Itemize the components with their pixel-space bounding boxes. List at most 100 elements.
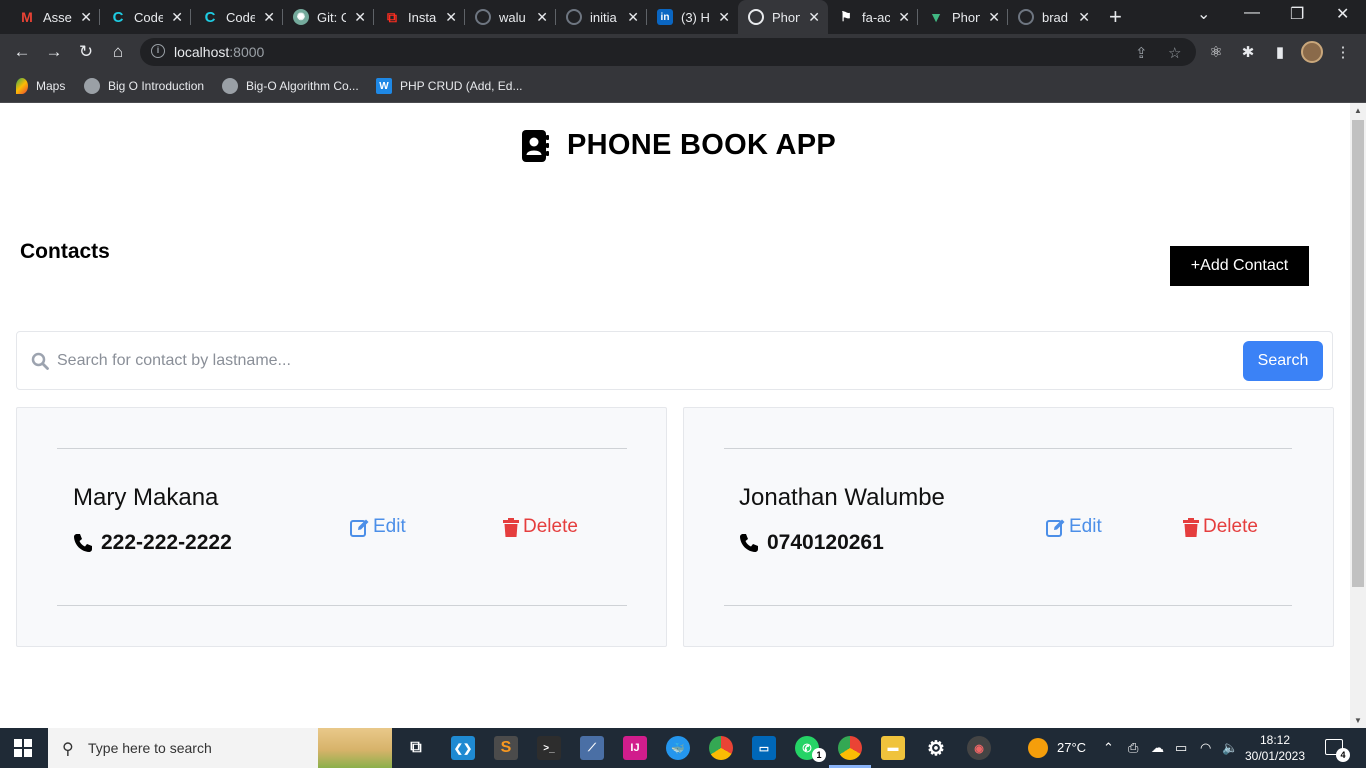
forward-arrow-icon[interactable]: →	[43, 41, 65, 63]
clock-date: 30/01/2023	[1244, 749, 1306, 763]
address-book-icon	[521, 129, 550, 162]
wifi-icon[interactable]: ◠	[1200, 740, 1211, 756]
github-icon	[1018, 9, 1034, 25]
close-icon[interactable]: ✕	[718, 9, 730, 26]
mysql-workbench-icon[interactable]: ⟋	[580, 736, 604, 760]
minimize-icon[interactable]: —	[1244, 4, 1260, 22]
tab-vue[interactable]: ▼ Phon ✕	[918, 0, 1008, 34]
window-close-icon[interactable]: ✕	[1336, 4, 1349, 24]
tab-github-3[interactable]: brad ✕	[1008, 0, 1098, 34]
restore-icon[interactable]: ❐	[1290, 4, 1304, 24]
sublime-text-icon[interactable]: S	[494, 736, 518, 760]
delete-label: Delete	[1203, 516, 1258, 537]
phone-number: 222-222-2222	[101, 531, 232, 554]
file-explorer-icon[interactable]: ▬	[881, 736, 905, 760]
divider	[57, 605, 627, 606]
close-icon[interactable]: ✕	[171, 9, 183, 26]
search-icon: ⚲	[62, 741, 74, 758]
extension-react-icon[interactable]: ⚛	[1207, 43, 1225, 61]
vscode-icon[interactable]: ❮❯	[451, 736, 475, 760]
search-icon	[31, 352, 49, 370]
weather-temperature[interactable]: 27°C	[1057, 740, 1086, 755]
bookmark-label: Big-O Algorithm Co...	[246, 79, 359, 93]
tab-codewars-2[interactable]: C Code ✕	[183, 0, 283, 34]
search-input[interactable]	[57, 346, 1237, 376]
trash-icon	[503, 517, 519, 537]
tab-search-chevron-icon[interactable]: ⌄	[1197, 4, 1210, 24]
tab-github-2[interactable]: initia ✕	[547, 0, 647, 34]
close-icon[interactable]: ✕	[898, 9, 910, 26]
profile-avatar[interactable]	[1301, 41, 1323, 63]
settings-gear-icon[interactable]: ⚙	[924, 736, 948, 760]
menu-kebab-icon[interactable]: ⋮	[1334, 43, 1352, 61]
tab-linkedin[interactable]: in (3) H ✕	[638, 0, 738, 34]
browser-toolbar: ← → ↻ ⌂ i localhost:8000 ⇪ ☆ ⚛ ✱ ▮ ⋮	[0, 34, 1366, 70]
close-icon[interactable]: ✕	[1078, 9, 1090, 26]
site-info-icon[interactable]: i	[151, 44, 165, 58]
tab-gmail[interactable]: M Asse ✕	[0, 0, 100, 34]
divider	[57, 448, 627, 449]
battery-icon[interactable]: ▭	[1175, 740, 1187, 756]
intellij-icon[interactable]: IJ	[623, 736, 647, 760]
contact-phone: 222-222-2222	[73, 531, 232, 555]
share-icon[interactable]: ⇪	[1135, 44, 1148, 62]
tab-phonebook-active[interactable]: Phon ✕	[738, 0, 828, 34]
system-clock[interactable]: 18:12 30/01/2023	[1242, 732, 1308, 764]
windows-start-icon[interactable]	[14, 739, 32, 757]
page-scrollbar[interactable]: ▲ ▼	[1350, 103, 1366, 728]
scrollbar-thumb[interactable]	[1352, 120, 1364, 587]
tab-laravel[interactable]: ⧉ Insta ✕	[365, 0, 465, 34]
remote-desktop-icon[interactable]: ▭	[752, 736, 776, 760]
tab-label: initia	[590, 9, 617, 25]
reload-icon[interactable]: ↻	[75, 41, 97, 63]
delete-contact-button[interactable]: Delete	[1183, 516, 1258, 538]
bookmark-star-icon[interactable]: ☆	[1168, 44, 1181, 62]
bookmark-big-o-intro[interactable]: Big O Introduction	[84, 78, 204, 94]
search-highlight-illustration	[318, 728, 392, 768]
github-icon	[475, 9, 491, 25]
scroll-down-arrow-icon[interactable]: ▼	[1354, 716, 1362, 725]
add-contact-button[interactable]: +Add Contact	[1170, 246, 1309, 286]
back-arrow-icon[interactable]: ←	[11, 41, 33, 63]
home-icon[interactable]: ⌂	[107, 41, 129, 63]
edit-contact-button[interactable]: Edit	[350, 516, 406, 538]
volume-icon[interactable]: 🔈	[1222, 740, 1238, 756]
media-player-icon[interactable]: ◉	[967, 736, 991, 760]
bookmark-maps[interactable]: Maps	[16, 78, 65, 94]
tray-chevron-up-icon[interactable]: ⌃	[1103, 740, 1114, 756]
linkedin-icon: in	[657, 9, 673, 25]
docker-icon[interactable]: 🐳	[666, 736, 690, 760]
tab-fontawesome[interactable]: ⚑ fa-ac ✕	[828, 0, 918, 34]
task-view-icon[interactable]: ⧉	[404, 736, 428, 760]
meet-now-icon[interactable]: ⎙	[1128, 740, 1138, 756]
taskbar-search-box[interactable]: ⚲ Type here to search	[48, 728, 392, 768]
extensions-puzzle-icon[interactable]: ✱	[1239, 43, 1257, 61]
phone-number: 0740120261	[767, 531, 884, 554]
search-button[interactable]: Search	[1243, 341, 1323, 381]
onedrive-cloud-icon[interactable]: ☁	[1151, 740, 1164, 756]
tab-label: Insta	[408, 9, 437, 25]
notification-count: 4	[1336, 748, 1350, 762]
tab-label: (3) H	[681, 9, 710, 25]
tab-github-1[interactable]: walu ✕	[456, 0, 556, 34]
weather-sun-icon[interactable]	[1028, 738, 1048, 758]
bookmark-big-o-algorithm[interactable]: Big-O Algorithm Co...	[222, 78, 359, 94]
chrome-profile-icon[interactable]	[838, 736, 862, 760]
tab-chatgpt[interactable]: ✺ Git: C ✕	[274, 0, 374, 34]
chrome-icon[interactable]	[709, 736, 733, 760]
contact-card: Mary Makana 222-222-2222 Edit Delete	[16, 407, 667, 647]
close-icon[interactable]: ✕	[808, 9, 820, 26]
scroll-up-arrow-icon[interactable]: ▲	[1354, 106, 1362, 115]
globe-icon	[222, 78, 238, 94]
side-panel-icon[interactable]: ▮	[1271, 43, 1289, 61]
edit-contact-button[interactable]: Edit	[1046, 516, 1102, 538]
new-tab-plus-icon[interactable]: +	[1109, 6, 1122, 28]
gmail-icon: M	[21, 9, 33, 25]
tab-codewars-1[interactable]: C Code ✕	[91, 0, 191, 34]
terminal-icon[interactable]: >_	[537, 736, 561, 760]
delete-contact-button[interactable]: Delete	[503, 516, 578, 538]
search-bar: Search	[16, 331, 1333, 390]
bookmark-php-crud[interactable]: W PHP CRUD (Add, Ed...	[376, 78, 522, 94]
address-bar[interactable]: i localhost:8000 ⇪ ☆	[140, 38, 1196, 66]
close-icon[interactable]: ✕	[988, 9, 1000, 26]
